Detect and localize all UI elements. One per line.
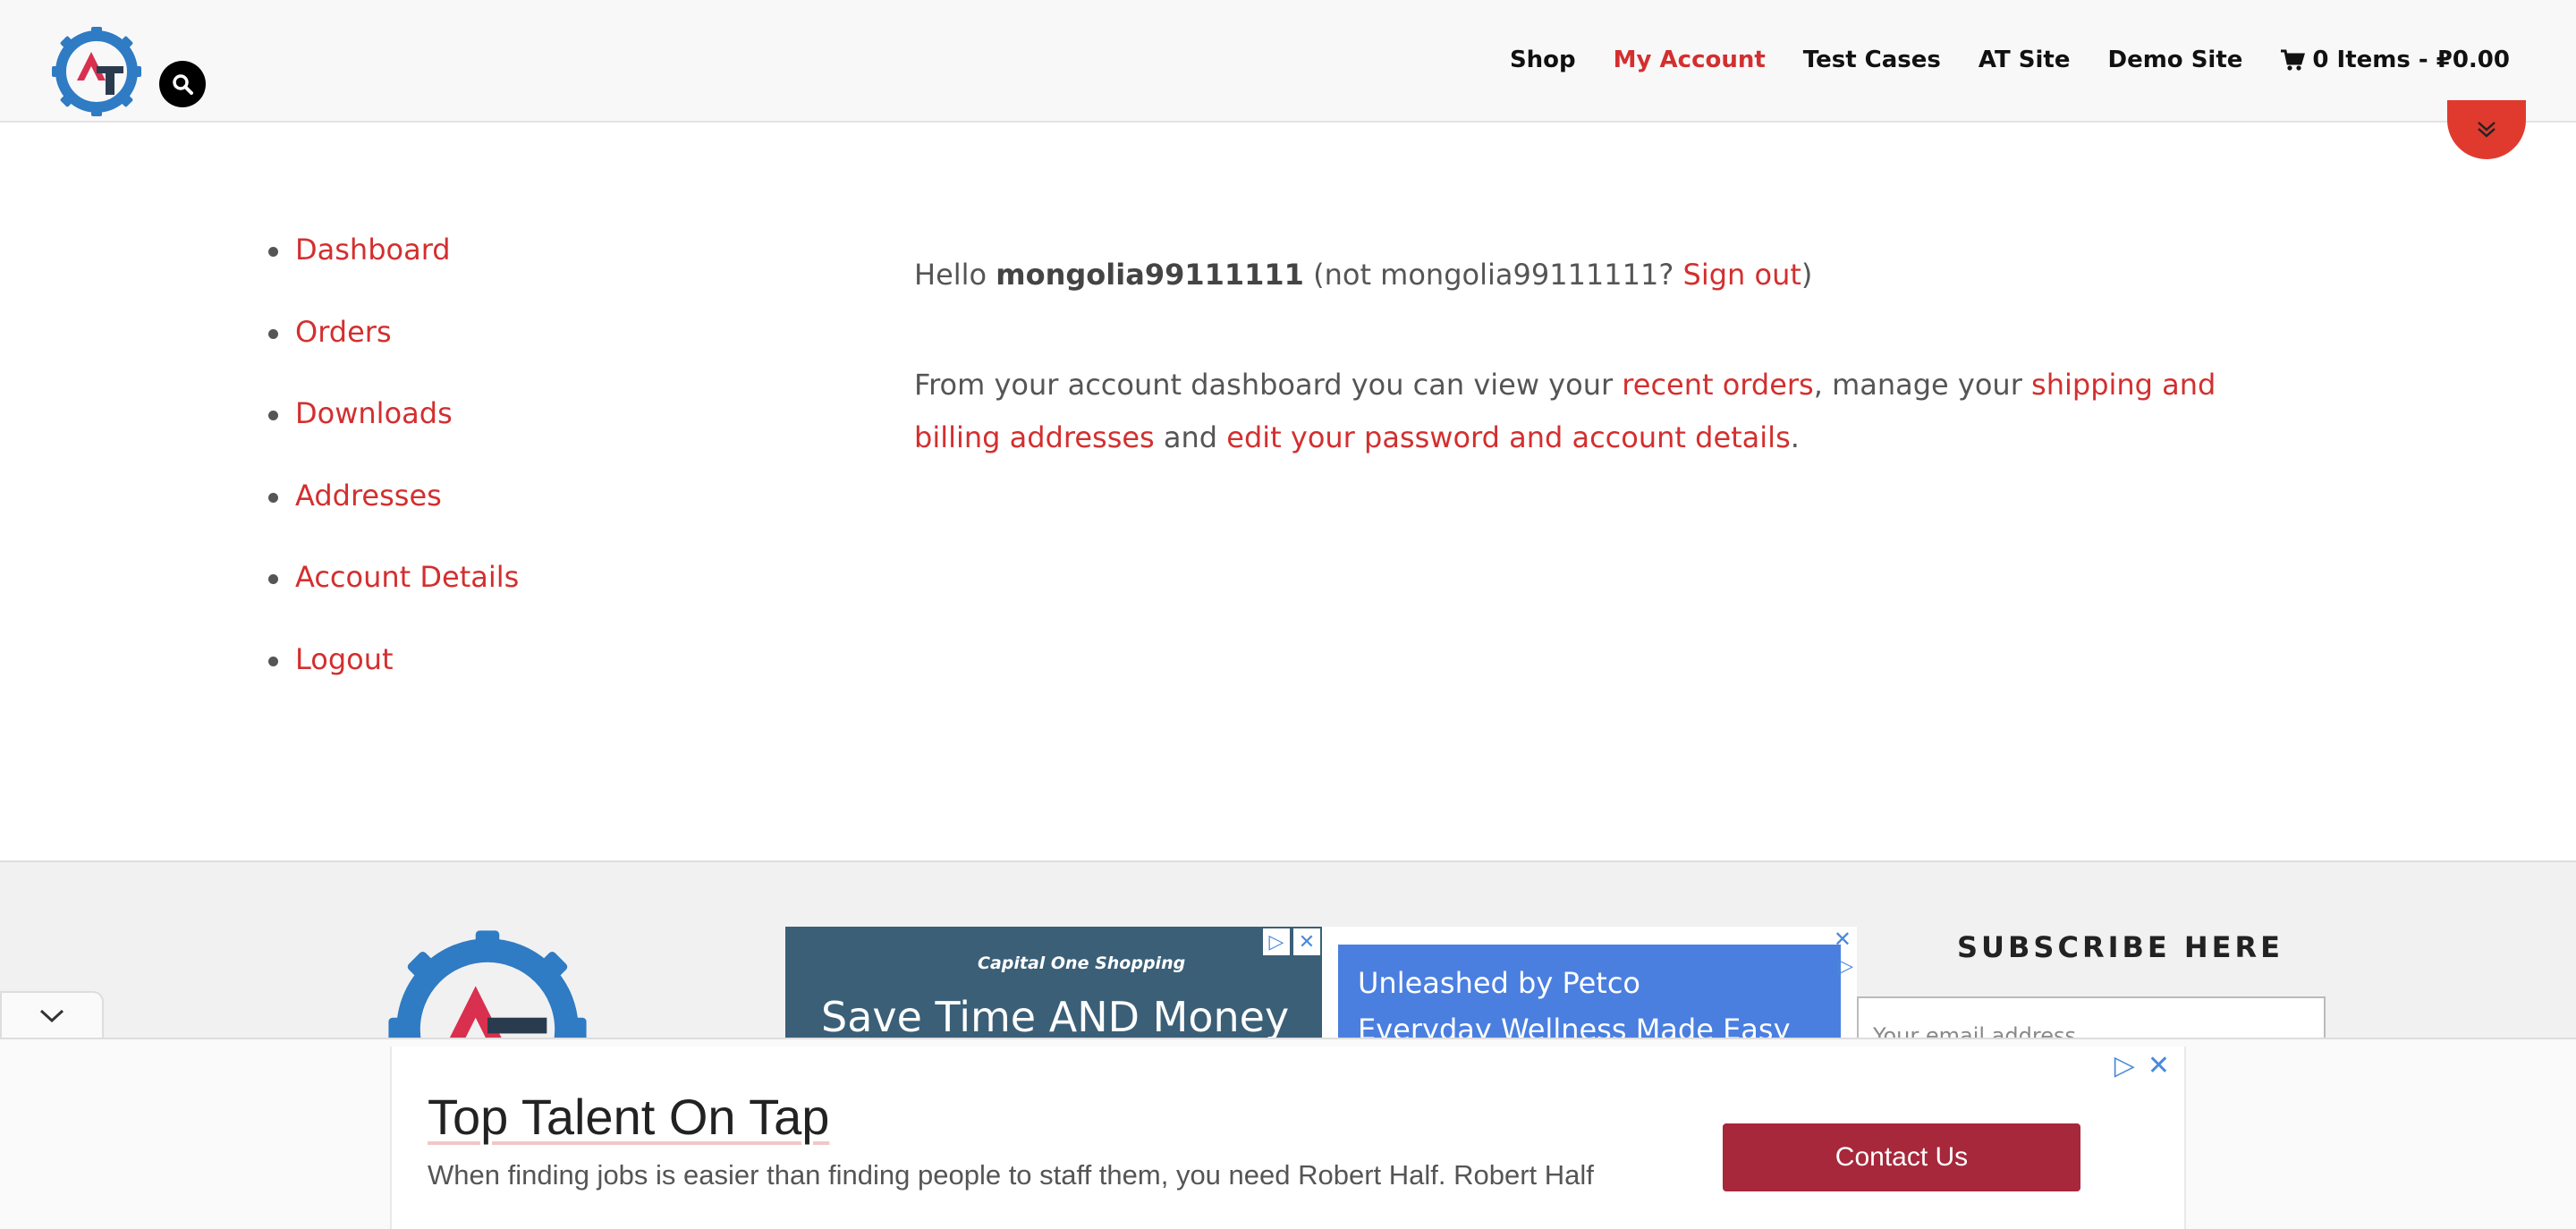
nav-my-account[interactable]: My Account xyxy=(1614,47,1766,73)
intro-text: From your account dashboard you can view… xyxy=(914,368,1614,402)
chevron-down-icon xyxy=(39,1009,64,1023)
nav-cart[interactable]: 0 Items - ₽0.00 xyxy=(2280,47,2510,73)
greeting-not-user: (not mongolia99111111? xyxy=(1313,258,1674,292)
double-chevron-down-icon xyxy=(2478,122,2496,138)
account-nav-account-details[interactable]: Account Details xyxy=(268,560,519,642)
account-nav-downloads[interactable]: Downloads xyxy=(268,396,519,479)
site-logo[interactable] xyxy=(50,25,143,118)
search-icon xyxy=(173,74,193,95)
cart-icon xyxy=(2281,49,2306,71)
petco-ad-banner: Unleashed by Petco Everyday Wellness Mad… xyxy=(1338,945,1841,1038)
username: mongolia99111111 xyxy=(996,258,1304,292)
ad-controls: ▷ ✕ xyxy=(2114,1050,2170,1081)
search-button[interactable] xyxy=(159,61,206,107)
subscribe-heading: SUBSCRIBE HERE xyxy=(1957,930,2284,964)
greeting-close: ) xyxy=(1801,258,1813,292)
cart-summary: 0 Items - ₽0.00 xyxy=(2312,47,2510,73)
capital-one-ad[interactable]: Capital One Shopping Save Time AND Money… xyxy=(785,927,1322,1038)
greeting: Hello mongolia99111111 (not mongolia9911… xyxy=(914,249,2238,301)
site-header: Shop My Account Test Cases AT Site Demo … xyxy=(0,0,2576,123)
nav-shop[interactable]: Shop xyxy=(1510,47,1576,73)
close-icon[interactable]: ✕ xyxy=(1834,927,1852,952)
ad-controls: ▷ ✕ xyxy=(1263,928,1320,955)
edit-account-link[interactable]: edit your password and account details xyxy=(1226,420,1790,454)
account-nav-orders[interactable]: Orders xyxy=(268,315,519,397)
adchoices-icon[interactable]: ▷ xyxy=(2114,1050,2135,1081)
robert-half-ad[interactable]: Top Talent On Tap When finding jobs is e… xyxy=(390,1047,2186,1229)
collapse-ad-button[interactable] xyxy=(0,991,104,1039)
main-nav: Shop My Account Test Cases AT Site Demo … xyxy=(1510,47,2510,73)
ad-headline: Save Time AND Money xyxy=(821,993,1290,1038)
manage-text: , manage your xyxy=(1813,368,2022,402)
account-nav-addresses[interactable]: Addresses xyxy=(268,479,519,561)
account-navigation: Dashboard Orders Downloads Addresses Acc… xyxy=(268,233,519,724)
ad-title[interactable]: Top Talent On Tap xyxy=(428,1088,829,1146)
adchoices-icon[interactable]: ▷ xyxy=(1838,955,1853,978)
nav-demo-site[interactable]: Demo Site xyxy=(2107,47,2242,73)
petco-ad-subtitle: Everyday Wellness Made Easy xyxy=(1358,1013,1791,1038)
adchoices-icon[interactable]: ▷ xyxy=(1263,928,1290,955)
scroll-down-button[interactable] xyxy=(2447,100,2526,159)
account-nav-logout[interactable]: Logout xyxy=(268,642,519,725)
contact-us-button[interactable]: Contact Us xyxy=(1723,1123,2080,1191)
nav-at-site[interactable]: AT Site xyxy=(1979,47,2071,73)
period-text: . xyxy=(1790,420,1800,454)
petco-ad[interactable]: Unleashed by Petco Everyday Wellness Mad… xyxy=(1322,927,1857,1038)
ad-description: When finding jobs is easier than finding… xyxy=(428,1159,1594,1191)
recent-orders-link[interactable]: recent orders xyxy=(1622,368,1813,402)
account-nav-dashboard[interactable]: Dashboard xyxy=(268,233,519,315)
greeting-hello: Hello xyxy=(914,258,987,292)
dashboard-content: Hello mongolia99111111 (not mongolia9911… xyxy=(914,249,2238,464)
nav-test-cases[interactable]: Test Cases xyxy=(1803,47,1941,73)
close-icon[interactable]: ✕ xyxy=(2148,1050,2170,1081)
petco-ad-title: Unleashed by Petco xyxy=(1358,966,1640,1000)
sign-out-link[interactable]: Sign out xyxy=(1683,258,1801,292)
and-text: and xyxy=(1163,420,1218,454)
footer-logo[interactable] xyxy=(385,927,590,1043)
dashboard-intro: From your account dashboard you can view… xyxy=(914,359,2238,464)
close-icon[interactable]: ✕ xyxy=(1293,928,1320,955)
ad-brand: Capital One Shopping xyxy=(978,954,1186,973)
